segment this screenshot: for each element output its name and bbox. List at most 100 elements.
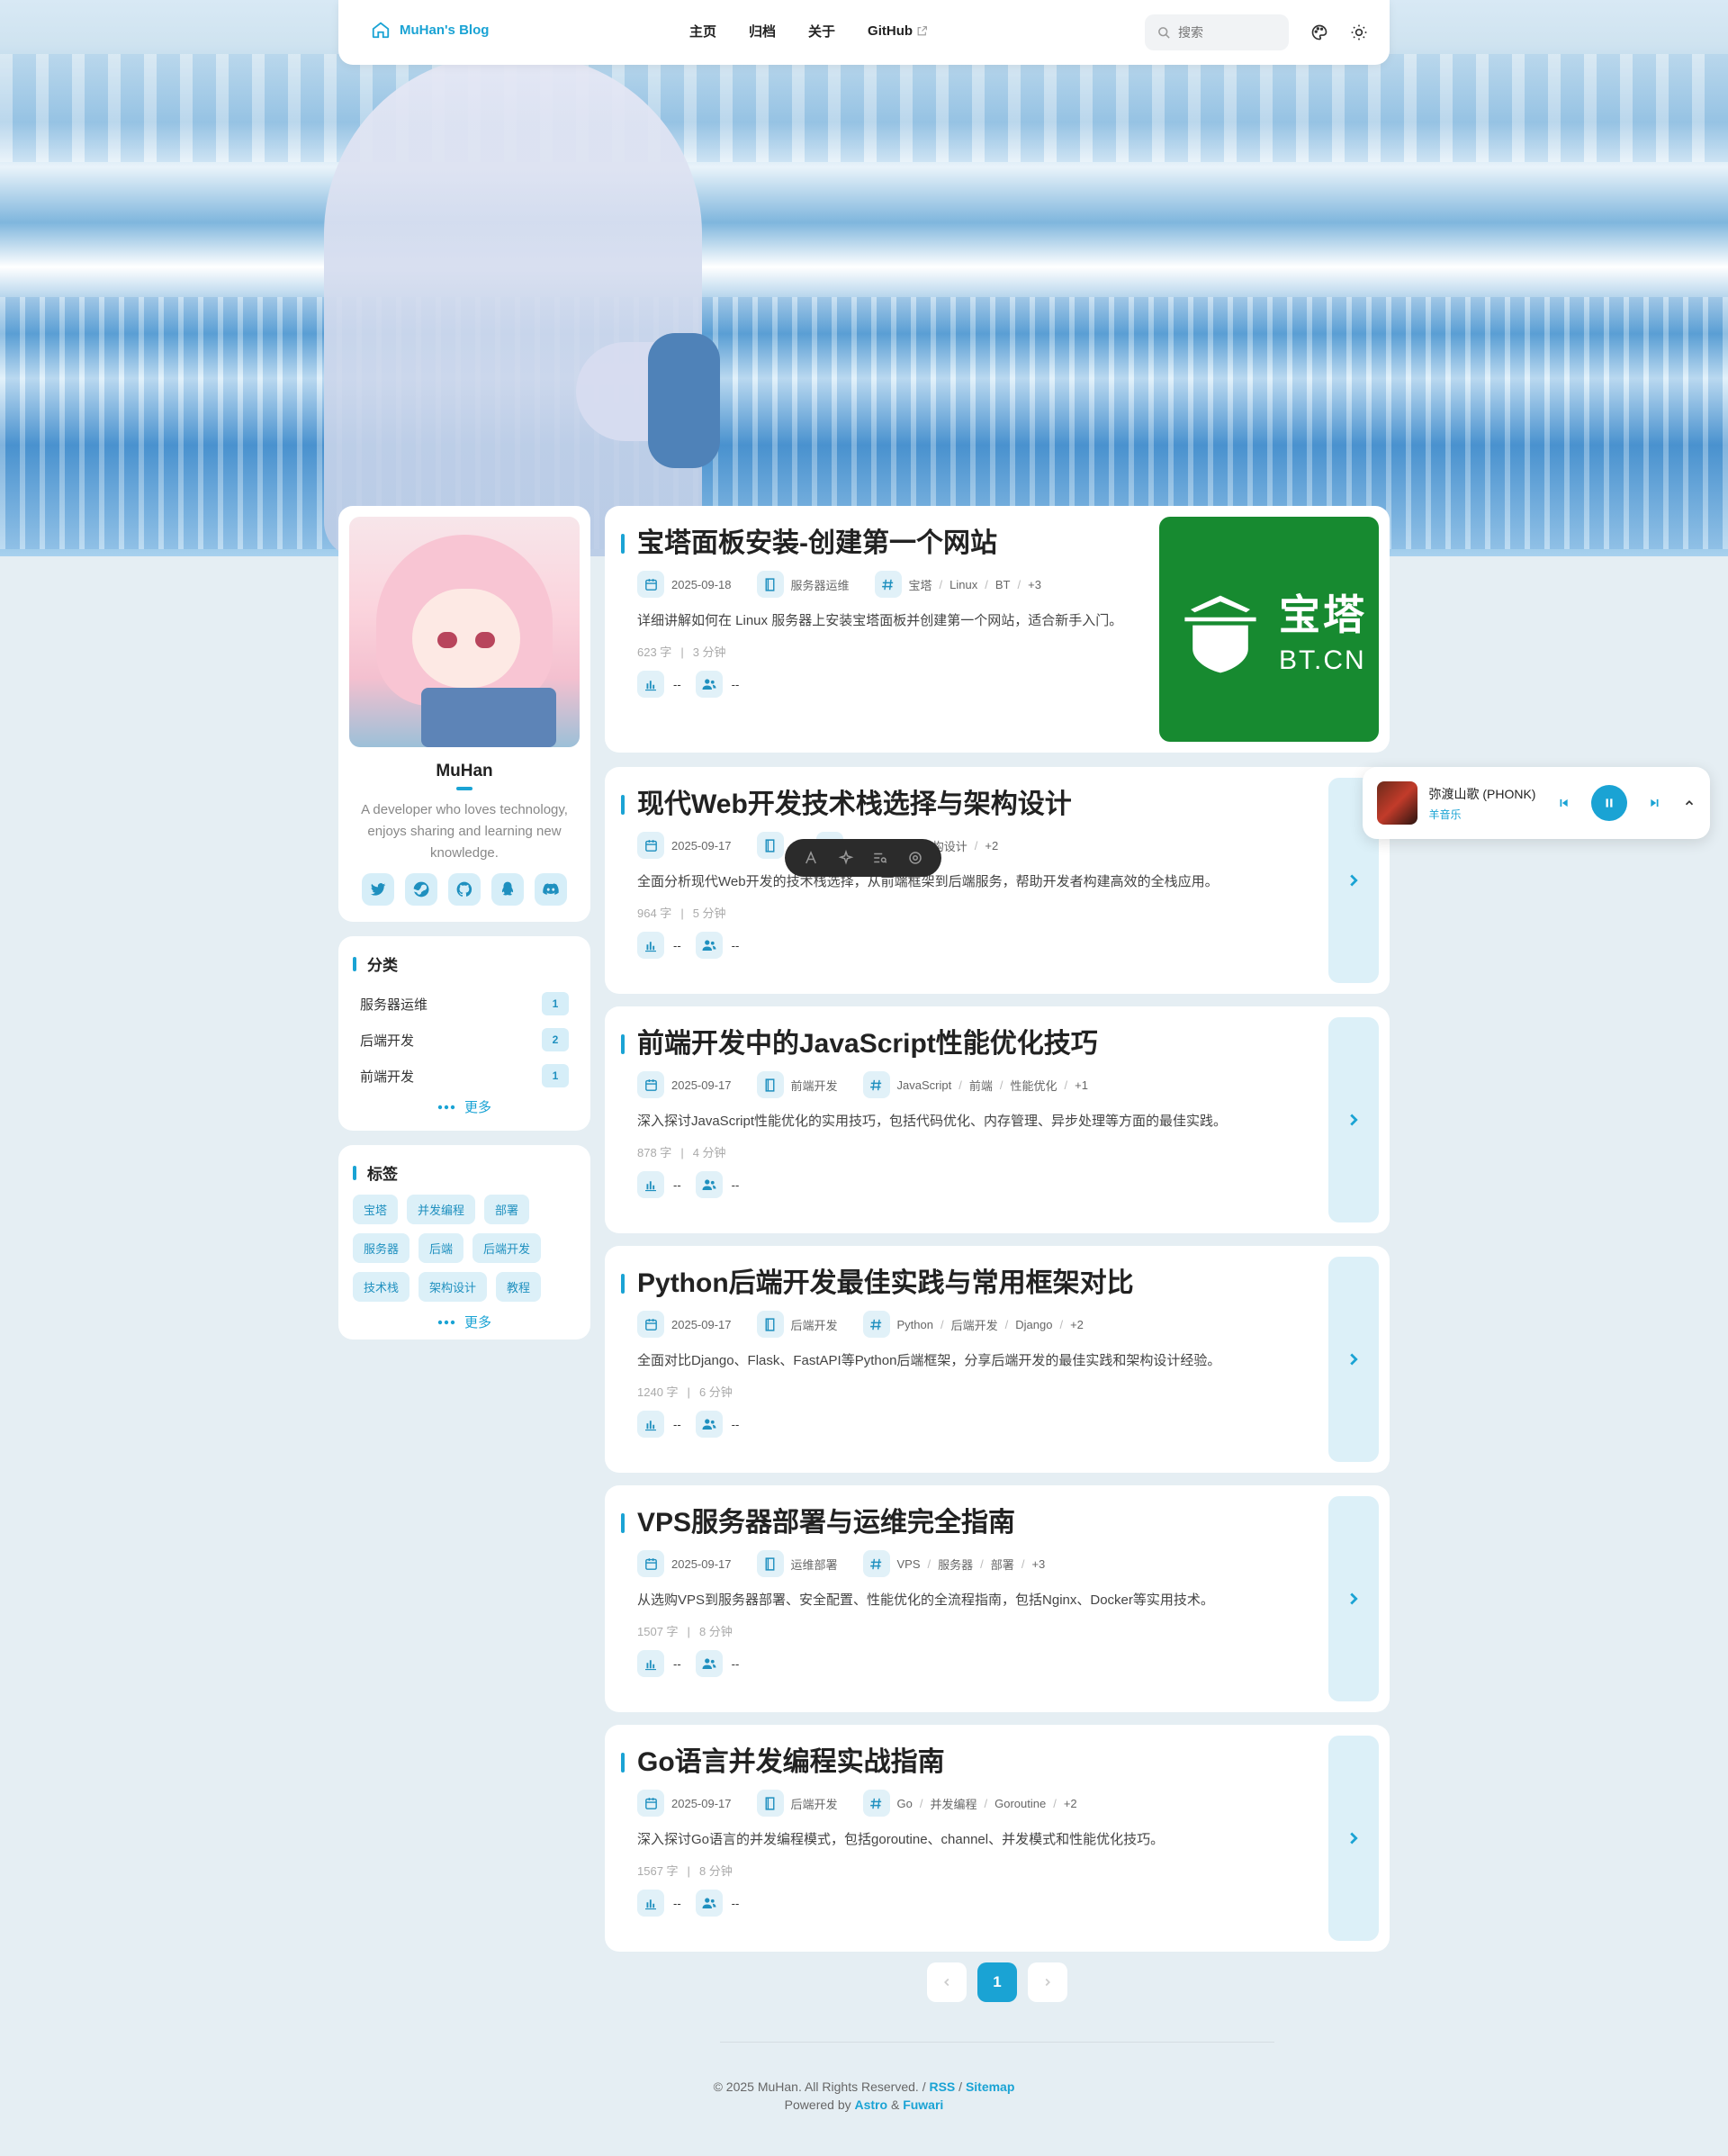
footer-copyright: © 2025 MuHan. All Rights Reserved. / — [713, 2079, 926, 2094]
tag-chip[interactable]: 宝塔 — [353, 1195, 399, 1224]
post-title[interactable]: 现代Web开发技术栈选择与架构设计 — [621, 787, 1357, 823]
font-icon[interactable] — [803, 850, 819, 866]
post-category[interactable]: 服务器运维 — [791, 576, 850, 593]
prev-page-button[interactable] — [927, 1962, 967, 2002]
categories-more-button[interactable]: 更多 — [353, 1097, 576, 1116]
search-box[interactable] — [1145, 14, 1289, 50]
post-card[interactable]: VPS服务器部署与运维完全指南 2025-09-17 运维部署 VPS / 服务器 / 部署 /… — [605, 1485, 1390, 1712]
post-meta: 2025-09-17 运维部署 VPS / 服务器 / 部署 / +3 — [637, 1550, 1357, 1577]
categories-title: 分类 — [353, 952, 576, 975]
next-page-button[interactable] — [1028, 1962, 1067, 2002]
visitor-count: -- — [731, 1177, 740, 1192]
tag-chip[interactable]: 部署 — [484, 1195, 530, 1224]
post-tag[interactable]: Python — [897, 1318, 933, 1331]
word-count: 623 字 — [637, 645, 672, 659]
next-track-icon[interactable] — [1649, 797, 1661, 809]
nav-about[interactable]: 关于 — [808, 22, 835, 41]
post-title[interactable]: 前端开发中的JavaScript性能优化技巧 — [621, 1026, 1357, 1062]
chevron-right-icon — [1350, 874, 1358, 887]
search-icon — [1158, 26, 1170, 39]
post-category[interactable]: 前端开发 — [791, 1077, 838, 1094]
post-card[interactable]: Python后端开发最佳实践与常用框架对比 2025-09-17 后端开发 Pytho… — [605, 1246, 1390, 1473]
sparkle-icon[interactable] — [838, 850, 854, 866]
light-dark-toggle[interactable] — [1346, 20, 1372, 45]
tag-chip[interactable]: 技术栈 — [353, 1272, 410, 1302]
brand-link[interactable]: MuHan's Blog — [371, 20, 489, 40]
category-item[interactable]: 前端开发 1 — [353, 1058, 576, 1094]
post-open-button[interactable] — [1328, 1017, 1379, 1222]
category-item[interactable]: 后端开发 2 — [353, 1022, 576, 1058]
post-category[interactable]: 运维部署 — [791, 1556, 838, 1573]
tag-chip[interactable]: 架构设计 — [418, 1272, 488, 1302]
tag-chip[interactable]: 教程 — [496, 1272, 542, 1302]
post-category[interactable]: 后端开发 — [791, 1316, 838, 1333]
pause-button[interactable] — [1591, 785, 1627, 821]
previous-track-icon[interactable] — [1557, 797, 1570, 809]
nav-archive[interactable]: 归档 — [749, 22, 776, 41]
hero-banner — [0, 0, 1728, 556]
tag-chip[interactable]: 服务器 — [353, 1233, 410, 1263]
post-tag[interactable]: VPS — [897, 1557, 921, 1571]
post-tag[interactable]: 部署 — [991, 1556, 1014, 1573]
post-title[interactable]: Python后端开发最佳实践与常用框架对比 — [621, 1266, 1357, 1302]
post-tag[interactable]: 性能优化 — [1010, 1077, 1057, 1094]
twitter-link[interactable] — [362, 873, 394, 906]
discord-link[interactable] — [535, 873, 567, 906]
tag-chip[interactable]: 并发编程 — [407, 1195, 476, 1224]
post-tag[interactable]: 并发编程 — [930, 1795, 976, 1812]
chevron-up-icon[interactable] — [1683, 797, 1696, 809]
post-tag[interactable]: 前端 — [969, 1077, 993, 1094]
post-category[interactable]: 后端开发 — [791, 1795, 838, 1812]
rss-link[interactable]: RSS — [929, 2079, 955, 2094]
post-meta: 2025-09-17 前端开发 JavaScript / 前端 / 性能优化 / +1 — [637, 1071, 1357, 1098]
banner-water-highlight — [0, 54, 1728, 162]
calendar-icon — [637, 832, 664, 859]
search-input[interactable] — [1178, 25, 1268, 40]
post-tag-extra: +2 — [1070, 1317, 1084, 1331]
post-tag[interactable]: JavaScript — [897, 1078, 952, 1092]
post-card[interactable]: 现代Web开发技术栈选择与架构设计2025-09-17/技术栈/架构设计/+2全… — [605, 767, 1390, 994]
pagination: 1 — [927, 1962, 1067, 2002]
category-item[interactable]: 服务器运维 1 — [353, 986, 576, 1022]
page-number-current[interactable]: 1 — [977, 1962, 1017, 2002]
album-cover[interactable] — [1377, 781, 1418, 825]
nav-home[interactable]: 主页 — [689, 22, 716, 41]
post-tag[interactable]: Linux — [950, 578, 977, 591]
fuwari-link[interactable]: Fuwari — [903, 2097, 943, 2112]
post-title-text: VPS服务器部署与运维完全指南 — [637, 1508, 1016, 1538]
tag-cloud: 宝塔 并发编程 部署 服务器 后端 后端开发 技术栈 架构设计 教程 — [353, 1195, 576, 1302]
github-link[interactable] — [448, 873, 481, 906]
post-card[interactable]: 前端开发中的JavaScript性能优化技巧 2025-09-17 前端开发 Java… — [605, 1006, 1390, 1233]
list-search-icon[interactable] — [872, 850, 888, 866]
theme-color-button[interactable] — [1307, 20, 1332, 45]
post-card[interactable]: Go语言并发编程实战指南 2025-09-17 后端开发 Go / 并发编程 / Gorout… — [605, 1725, 1390, 1952]
post-tag[interactable]: 后端开发 — [951, 1316, 998, 1333]
post-card[interactable]: 宝塔面板安装-创建第一个网站 2025-09-18 服务器运维 宝塔 / Linux / BT… — [605, 506, 1390, 753]
steam-link[interactable] — [405, 873, 437, 906]
post-open-button[interactable] — [1328, 1496, 1379, 1701]
qq-link[interactable] — [491, 873, 524, 906]
post-cover-image[interactable]: 宝塔 BT.CN — [1159, 517, 1379, 742]
post-stats: 964 字 | 5 分钟 — [637, 907, 726, 920]
nav-github[interactable]: GitHub — [868, 22, 928, 41]
song-title: 弥渡山歌 (PHONK) — [1428, 786, 1536, 801]
tag-chip[interactable]: 后端开发 — [472, 1233, 542, 1263]
settings-icon[interactable] — [907, 850, 923, 866]
tag-chip[interactable]: 后端 — [418, 1233, 464, 1263]
tags-more-button[interactable]: 更多 — [353, 1313, 576, 1331]
sitemap-link[interactable]: Sitemap — [966, 2079, 1014, 2094]
post-tag[interactable]: 宝塔 — [909, 576, 932, 593]
avatar[interactable] — [349, 517, 580, 747]
post-tag[interactable]: Go — [897, 1797, 913, 1810]
post-title[interactable]: VPS服务器部署与运维完全指南 — [621, 1505, 1357, 1541]
post-tag[interactable]: Goroutine — [994, 1797, 1046, 1810]
post-tag[interactable]: 服务器 — [938, 1556, 973, 1573]
title-accent-bar — [621, 1513, 625, 1533]
post-tag[interactable]: BT — [995, 578, 1011, 591]
post-open-button[interactable] — [1328, 1257, 1379, 1462]
astro-link[interactable]: Astro — [855, 2097, 888, 2112]
post-tag[interactable]: Django — [1015, 1318, 1052, 1331]
post-title[interactable]: Go语言并发编程实战指南 — [621, 1745, 1357, 1781]
post-open-button[interactable] — [1328, 1736, 1379, 1941]
post-title-text: Go语言并发编程实战指南 — [637, 1747, 945, 1777]
